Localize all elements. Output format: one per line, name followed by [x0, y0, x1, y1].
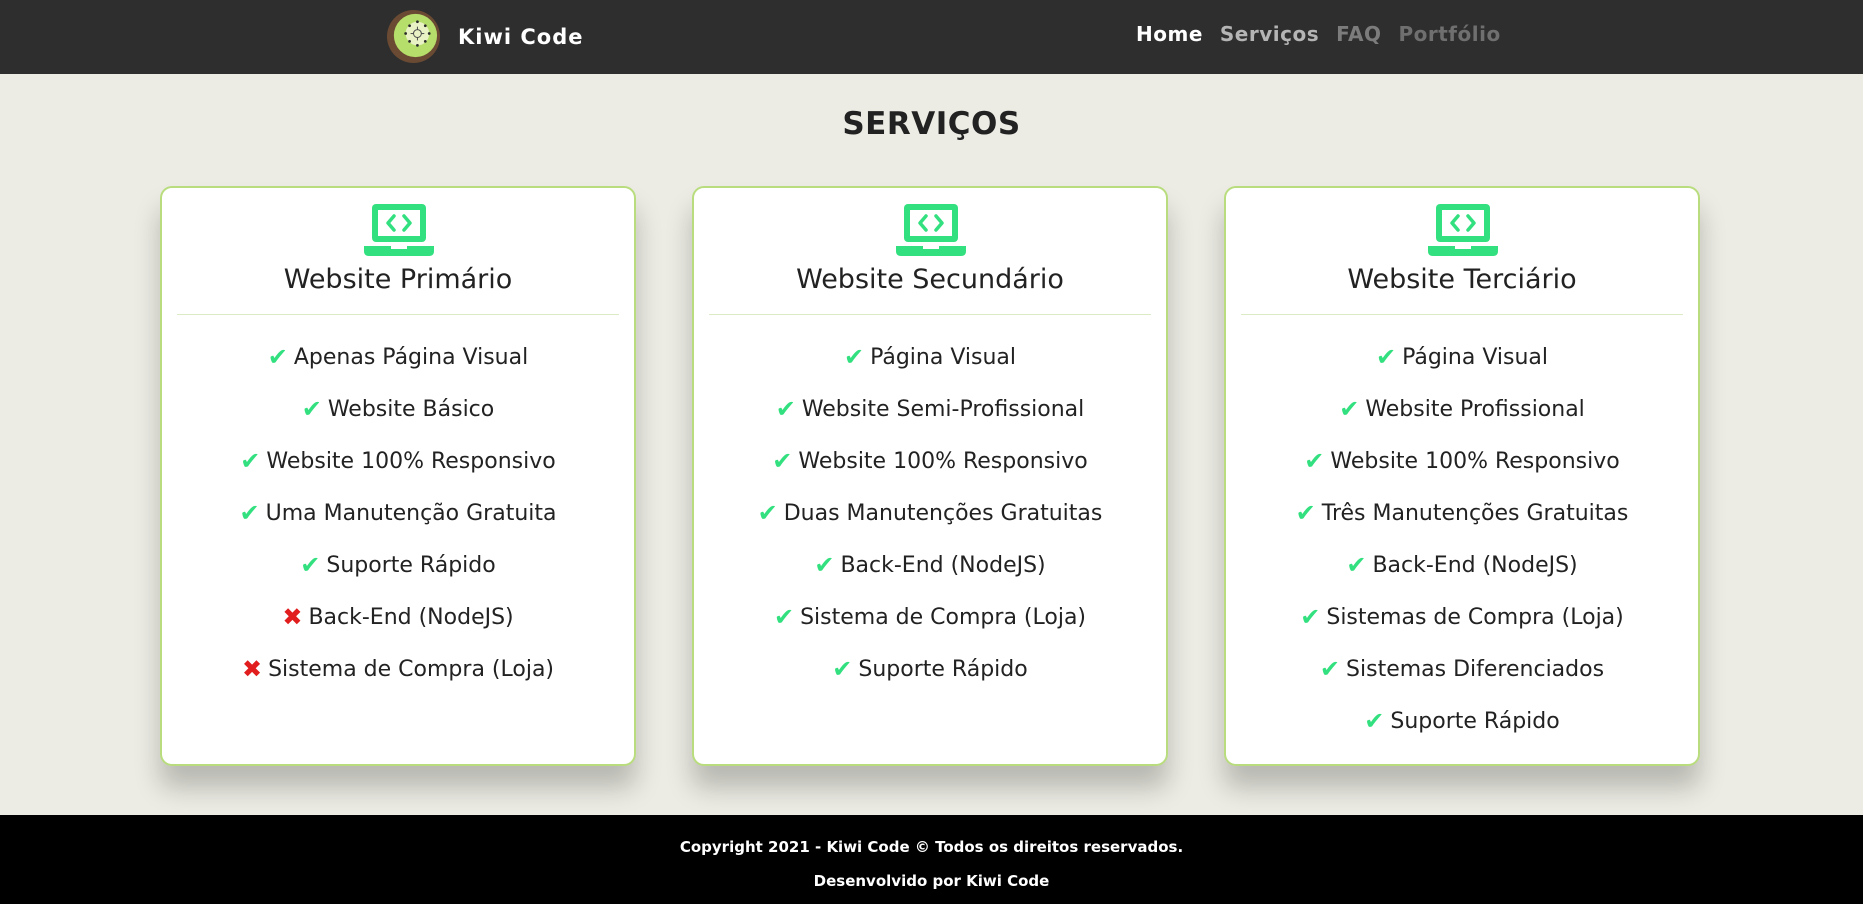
check-icon: ✔ — [1319, 655, 1341, 683]
feature-text: Apenas Página Visual — [293, 344, 529, 370]
feature-item: ✔ Suporte Rápido — [162, 539, 634, 591]
feature-item: ✔ Uma Manutenção Gratuita — [162, 487, 634, 539]
feature-item: ✔ Back-End (NodeJS) — [1226, 539, 1698, 591]
feature-item: ✔ Suporte Rápido — [694, 643, 1166, 695]
service-card-primario: Website Primário ✔ Apenas Página Visual ✔… — [160, 186, 636, 766]
check-icon: ✔ — [772, 447, 793, 475]
check-icon: ✔ — [301, 395, 322, 423]
check-icon: ✔ — [832, 655, 853, 683]
feature-item: ✔ Back-End (NodeJS) — [694, 539, 1166, 591]
check-icon: ✔ — [300, 551, 321, 579]
check-icon: ✔ — [1300, 603, 1321, 631]
check-icon: ✔ — [1346, 551, 1367, 579]
feature-item: ✔ Website Básico — [162, 383, 634, 435]
feature-text: Página Visual — [870, 344, 1017, 370]
check-icon: ✔ — [814, 551, 835, 579]
feature-text: Back-End (NodeJS) — [1372, 552, 1578, 578]
feature-item: ✔ Três Manutenções Gratuitas — [1226, 487, 1698, 539]
feature-text: Uma Manutenção Gratuita — [265, 500, 557, 526]
nav-home[interactable]: Home — [1136, 22, 1203, 46]
feature-item: ✖ Back-End (NodeJS) — [162, 591, 634, 643]
copyright-text: Copyright 2021 - Kiwi Code © Todos os di… — [679, 838, 1184, 856]
feature-text: Website Profissional — [1365, 396, 1585, 422]
top-navbar: Kiwi Code Home Serviços FAQ Portfólio — [0, 0, 1863, 74]
feature-text: Website 100% Responsivo — [266, 448, 556, 474]
feature-list: ✔ Página Visual ✔ Website Profissional ✔ We… — [1226, 331, 1698, 747]
feature-text: Back-End (NodeJS) — [308, 604, 514, 630]
feature-text: Website Básico — [327, 396, 495, 422]
feature-item: ✔ Apenas Página Visual — [162, 331, 634, 383]
feature-item: ✔ Website 100% Responsivo — [1226, 435, 1698, 487]
card-divider — [709, 314, 1151, 315]
developed-by-text: Desenvolvido por Kiwi Code — [813, 872, 1050, 890]
feature-item: ✔ Suporte Rápido — [1226, 695, 1698, 747]
cross-icon: ✖ — [282, 603, 303, 631]
feature-list: ✔ Página Visual ✔ Website Semi-Profissiona… — [694, 331, 1166, 695]
feature-item: ✔ Página Visual — [694, 331, 1166, 383]
feature-item: ✔ Sistemas de Compra (Loja) — [1226, 591, 1698, 643]
feature-item: ✔ Sistema de Compra (Loja) — [694, 591, 1166, 643]
feature-text: Website 100% Responsivo — [798, 448, 1088, 474]
site-footer: Copyright 2021 - Kiwi Code © Todos os di… — [0, 815, 1863, 904]
check-icon: ✔ — [1364, 707, 1385, 735]
page-title: SERVIÇOS — [842, 106, 1021, 142]
card-title: Website Secundário — [796, 264, 1064, 295]
laptop-code-icon — [1428, 204, 1498, 256]
feature-text: Suporte Rápido — [1390, 708, 1560, 734]
feature-list: ✔ Apenas Página Visual ✔ Website Básico ✔ W… — [162, 331, 634, 695]
card-divider — [1241, 314, 1683, 315]
feature-item: ✔ Website 100% Responsivo — [162, 435, 634, 487]
kiwi-logo — [386, 9, 441, 64]
feature-text: Back-End (NodeJS) — [840, 552, 1046, 578]
feature-text: Website 100% Responsivo — [1330, 448, 1620, 474]
nav-servicos[interactable]: Serviços — [1220, 22, 1319, 46]
feature-item: ✖ Sistema de Compra (Loja) — [162, 643, 634, 695]
feature-item: ✔ Website 100% Responsivo — [694, 435, 1166, 487]
card-title: Website Terciário — [1347, 264, 1577, 295]
feature-item: ✔ Website Profissional — [1226, 383, 1698, 435]
card-divider — [177, 314, 619, 315]
nav-faq[interactable]: FAQ — [1336, 22, 1381, 46]
check-icon: ✔ — [757, 499, 778, 527]
brand-name: Kiwi Code — [458, 24, 584, 49]
feature-text: Suporte Rápido — [326, 552, 496, 578]
card-title: Website Primário — [283, 264, 513, 295]
feature-text: Sistemas Diferenciados — [1346, 656, 1605, 682]
check-icon: ✔ — [773, 603, 795, 631]
feature-item: ✔ Página Visual — [1226, 331, 1698, 383]
check-icon: ✔ — [267, 343, 288, 371]
laptop-code-icon — [896, 204, 966, 256]
brand-link[interactable]: Kiwi Code — [385, 9, 584, 64]
pricing-cards: Website Primário ✔ Apenas Página Visual ✔… — [160, 186, 1704, 766]
check-icon: ✔ — [1304, 447, 1325, 475]
main-nav: Home Serviços FAQ Portfólio — [1136, 22, 1501, 46]
cross-icon: ✖ — [241, 655, 263, 683]
check-icon: ✔ — [843, 343, 865, 371]
feature-text: Sistema de Compra (Loja) — [268, 656, 555, 682]
service-card-terciario: Website Terciário ✔ Página Visual ✔ Websit… — [1224, 186, 1700, 766]
check-icon: ✔ — [239, 499, 260, 527]
feature-item: ✔ Duas Manutenções Gratuitas — [694, 487, 1166, 539]
feature-text: Website Semi-Profissional — [801, 396, 1085, 422]
feature-text: Três Manutenções Gratuitas — [1321, 500, 1629, 526]
feature-item: ✔ Sistemas Diferenciados — [1226, 643, 1698, 695]
check-icon: ✔ — [1339, 395, 1360, 423]
check-icon: ✔ — [1375, 343, 1397, 371]
check-icon: ✔ — [775, 395, 796, 423]
check-icon: ✔ — [240, 447, 261, 475]
nav-portfolio[interactable]: Portfólio — [1398, 22, 1500, 46]
feature-text: Sistema de Compra (Loja) — [800, 604, 1087, 630]
feature-text: Duas Manutenções Gratuitas — [783, 500, 1103, 526]
feature-text: Sistemas de Compra (Loja) — [1326, 604, 1624, 630]
feature-item: ✔ Website Semi-Profissional — [694, 383, 1166, 435]
service-card-secundario: Website Secundário ✔ Página Visual ✔ Websi… — [692, 186, 1168, 766]
feature-text: Página Visual — [1402, 344, 1549, 370]
feature-text: Suporte Rápido — [858, 656, 1028, 682]
laptop-code-icon — [364, 204, 434, 256]
check-icon: ✔ — [1295, 499, 1316, 527]
